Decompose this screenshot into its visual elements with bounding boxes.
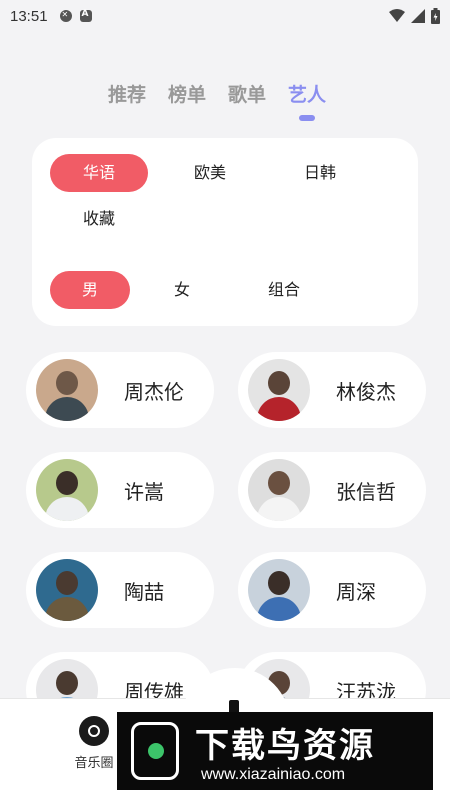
filter-chip-group[interactable]: 组合 xyxy=(244,271,324,309)
wifi-icon xyxy=(389,9,405,22)
artist-avatar xyxy=(248,559,310,621)
tab-artists[interactable]: 艺人 xyxy=(288,80,327,121)
nav-item-label: 音乐圈 xyxy=(74,756,114,771)
tab-label: 歌单 xyxy=(228,84,267,106)
watermark-url: www.xiazainiao.com xyxy=(201,766,346,783)
watermark-banner: 下载鸟资源 www.xiazainiao.com xyxy=(117,712,433,790)
tab-label: 艺人 xyxy=(288,84,327,106)
artist-name: 周深 xyxy=(336,579,376,604)
watermark-title: 下载鸟资源 xyxy=(195,726,375,766)
artist-name: 林俊杰 xyxy=(336,379,396,404)
tab-label: 推荐 xyxy=(108,84,147,106)
disc-icon xyxy=(79,716,109,746)
nav-item-music-circle[interactable]: 音乐圈 xyxy=(64,716,124,771)
tab-recommend[interactable]: 推荐 xyxy=(108,80,146,107)
close-circle-icon xyxy=(59,10,72,22)
filter-chip-favorites[interactable]: 收藏 xyxy=(50,200,148,238)
status-icons-right xyxy=(389,8,440,24)
filter-chip-western[interactable]: 欧美 xyxy=(160,154,260,192)
artist-card[interactable]: 周深 xyxy=(238,552,426,628)
filter-chip-japan-korea[interactable]: 日韩 xyxy=(270,154,370,192)
artist-card[interactable]: 周杰伦 xyxy=(26,352,214,428)
a-icon xyxy=(79,9,92,22)
artist-name: 陶喆 xyxy=(124,579,164,604)
status-icons-left xyxy=(59,9,92,22)
artist-card[interactable]: 林俊杰 xyxy=(238,352,426,428)
status-bar: 13:51 xyxy=(0,0,450,32)
artist-avatar xyxy=(248,459,310,521)
filter-chip-female[interactable]: 女 xyxy=(142,271,222,309)
artist-name: 周杰伦 xyxy=(124,379,184,404)
artist-avatar xyxy=(248,359,310,421)
artist-card[interactable]: 许嵩 xyxy=(26,452,214,528)
tab-charts[interactable]: 榜单 xyxy=(168,80,206,107)
signal-icon xyxy=(411,9,425,23)
artist-card[interactable]: 张信哲 xyxy=(238,452,426,528)
bird-logo-icon xyxy=(131,722,179,780)
filter-card: 华语 欧美 日韩 收藏 男 女 组合 xyxy=(32,138,418,326)
filter-chip-male[interactable]: 男 xyxy=(50,271,130,309)
artist-avatar xyxy=(36,459,98,521)
tab-playlists[interactable]: 歌单 xyxy=(228,80,266,107)
top-tabs: 推荐 榜单 歌单 艺人 xyxy=(108,80,327,121)
artist-name: 张信哲 xyxy=(336,479,396,504)
artist-name: 许嵩 xyxy=(124,479,164,504)
status-time: 13:51 xyxy=(10,7,48,25)
filter-chip-chinese[interactable]: 华语 xyxy=(50,154,148,192)
tab-label: 榜单 xyxy=(168,84,207,106)
artist-avatar xyxy=(36,359,98,421)
artist-avatar xyxy=(36,559,98,621)
active-tab-indicator xyxy=(299,115,316,121)
artist-card[interactable]: 陶喆 xyxy=(26,552,214,628)
battery-icon xyxy=(431,8,440,24)
